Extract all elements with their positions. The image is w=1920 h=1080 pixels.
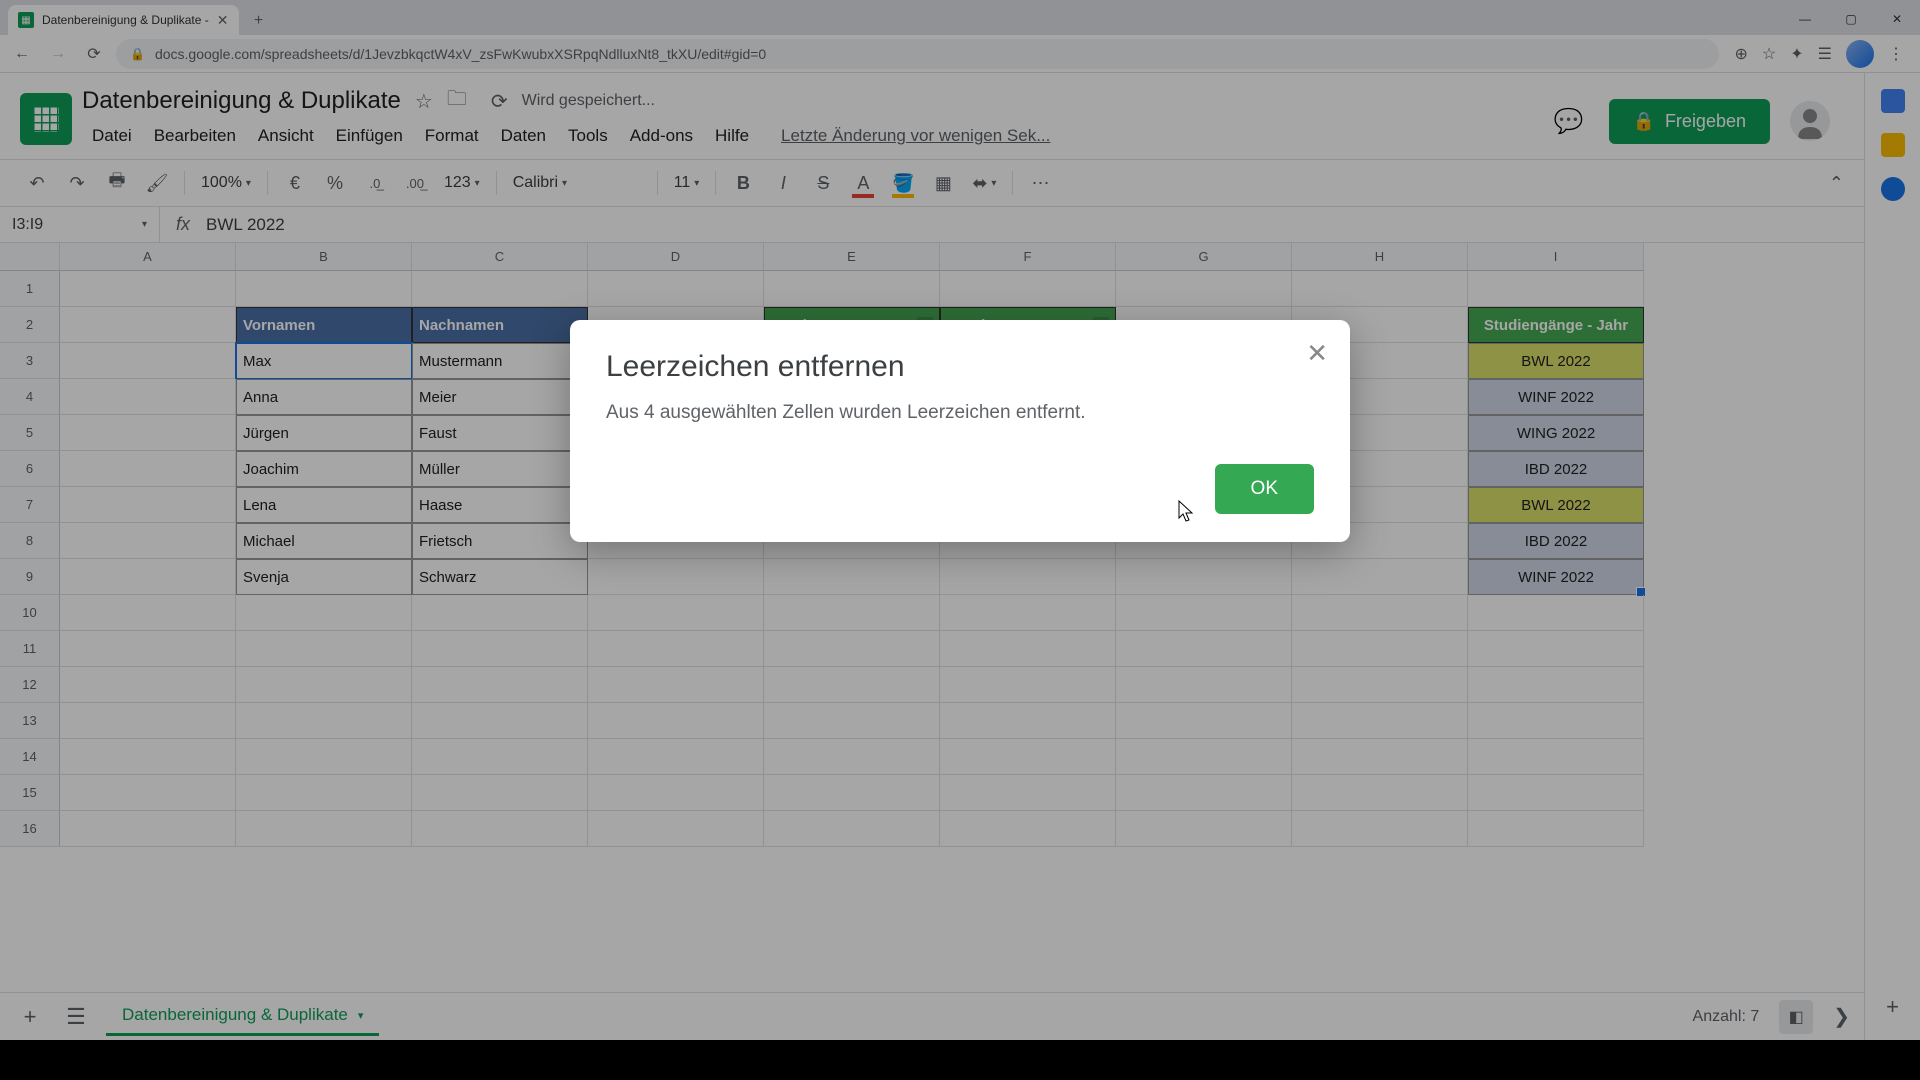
dialog-body: Aus 4 ausgewählten Zellen wurden Leerzei… <box>606 402 1314 424</box>
close-dialog-icon[interactable]: ✕ <box>1306 338 1328 369</box>
dialog-title: Leerzeichen entfernen <box>606 350 1314 384</box>
ok-button[interactable]: OK <box>1215 464 1314 514</box>
modal-overlay: ✕ Leerzeichen entfernen Aus 4 ausgewählt… <box>0 0 1920 1080</box>
dialog: ✕ Leerzeichen entfernen Aus 4 ausgewählt… <box>570 320 1350 542</box>
